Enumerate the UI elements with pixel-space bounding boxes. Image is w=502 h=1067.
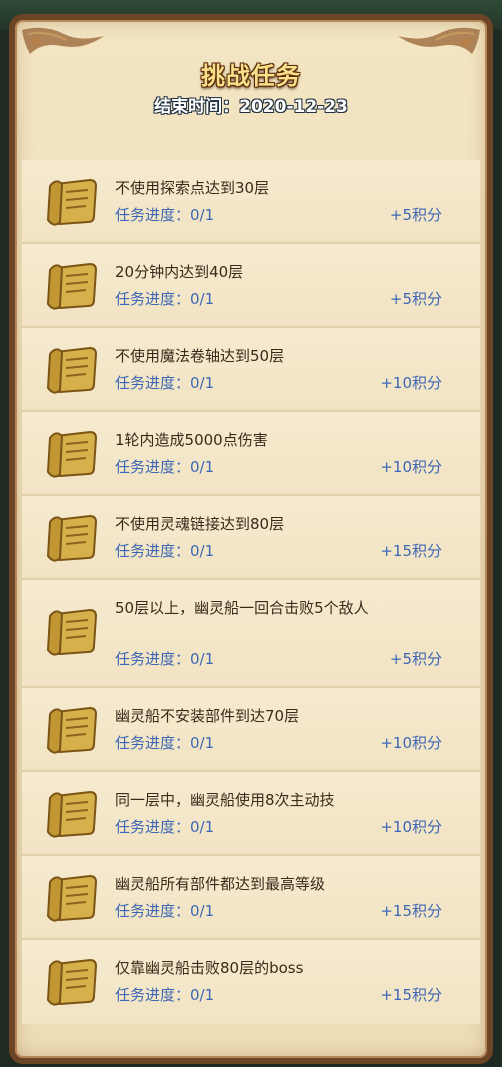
task-points: +15积分 (380, 902, 442, 920)
task-points: +10积分 (380, 734, 442, 752)
task-progress: 任务进度：0/1 (115, 542, 215, 560)
task-title: 幽灵船不安装部件到达70层 (115, 707, 300, 725)
task-title: 20分钟内达到40层 (115, 263, 244, 281)
task-progress: 任务进度：0/1 (115, 818, 215, 836)
task-row[interactable]: 不使用探索点达到30层 任务进度：0/1 +5积分 (22, 160, 480, 244)
task-progress: 任务进度：0/1 (115, 458, 215, 476)
task-points: +10积分 (380, 818, 442, 836)
task-title: 仅靠幽灵船击败80层的boss (115, 959, 304, 977)
task-row[interactable]: 同一层中，幽灵船使用8次主动技 任务进度：0/1 +10积分 (22, 772, 480, 856)
task-points: +15积分 (380, 542, 442, 560)
task-title: 同一层中，幽灵船使用8次主动技 (115, 791, 335, 809)
task-progress: 任务进度：0/1 (115, 374, 215, 392)
task-row[interactable]: 幽灵船不安装部件到达70层 任务进度：0/1 +10积分 (22, 688, 480, 772)
task-progress: 任务进度：0/1 (115, 206, 215, 224)
task-points: +5积分 (389, 650, 442, 668)
task-row[interactable]: 不使用灵魂链接达到80层 任务进度：0/1 +15积分 (22, 496, 480, 580)
task-progress: 任务进度：0/1 (115, 650, 215, 668)
task-title: 不使用探索点达到30层 (115, 179, 270, 197)
scroll-icon (46, 958, 98, 1006)
task-progress: 任务进度：0/1 (115, 902, 215, 920)
panel-title: 挑战任务 (201, 62, 301, 90)
task-title: 幽灵船所有部件都达到最高等级 (115, 875, 326, 893)
task-row[interactable]: 幽灵船所有部件都达到最高等级 任务进度：0/1 +15积分 (22, 856, 480, 940)
scroll-icon (46, 874, 98, 922)
task-points: +10积分 (380, 374, 442, 392)
task-title: 不使用魔法卷轴达到50层 (115, 347, 285, 365)
task-row[interactable]: 20分钟内达到40层 任务进度：0/1 +5积分 (22, 244, 480, 328)
scroll-icon (46, 608, 98, 656)
task-row[interactable]: 仅靠幽灵船击败80层的boss 任务进度：0/1 +15积分 (22, 940, 480, 1024)
task-points: +5积分 (389, 206, 442, 224)
scroll-icon (46, 262, 98, 310)
scroll-icon (46, 790, 98, 838)
scroll-icon (46, 430, 98, 478)
task-progress: 任务进度：0/1 (115, 290, 215, 308)
task-progress: 任务进度：0/1 (115, 734, 215, 752)
task-title: 50层以上，幽灵船一回合击败5个敌人 (115, 599, 369, 617)
task-row[interactable]: 不使用魔法卷轴达到50层 任务进度：0/1 +10积分 (22, 328, 480, 412)
task-points: +15积分 (380, 986, 442, 1004)
scroll-icon (46, 346, 98, 394)
task-row[interactable]: 1轮内造成5000点伤害 任务进度：0/1 +10积分 (22, 412, 480, 496)
task-row[interactable]: 50层以上，幽灵船一回合击败5个敌人 任务进度：0/1 +5积分 (22, 580, 480, 688)
end-time: 结束时间：2020-12-23 (154, 97, 348, 117)
scroll-icon (46, 706, 98, 754)
task-progress: 任务进度：0/1 (115, 986, 215, 1004)
task-list: 不使用探索点达到30层 任务进度：0/1 +5积分 20分钟内达到40层 任务进… (22, 160, 480, 1024)
scroll-icon (46, 514, 98, 562)
task-title: 1轮内造成5000点伤害 (115, 431, 268, 449)
task-points: +5积分 (389, 290, 442, 308)
scroll-icon (46, 178, 98, 226)
task-title: 不使用灵魂链接达到80层 (115, 515, 285, 533)
task-points: +10积分 (380, 458, 442, 476)
